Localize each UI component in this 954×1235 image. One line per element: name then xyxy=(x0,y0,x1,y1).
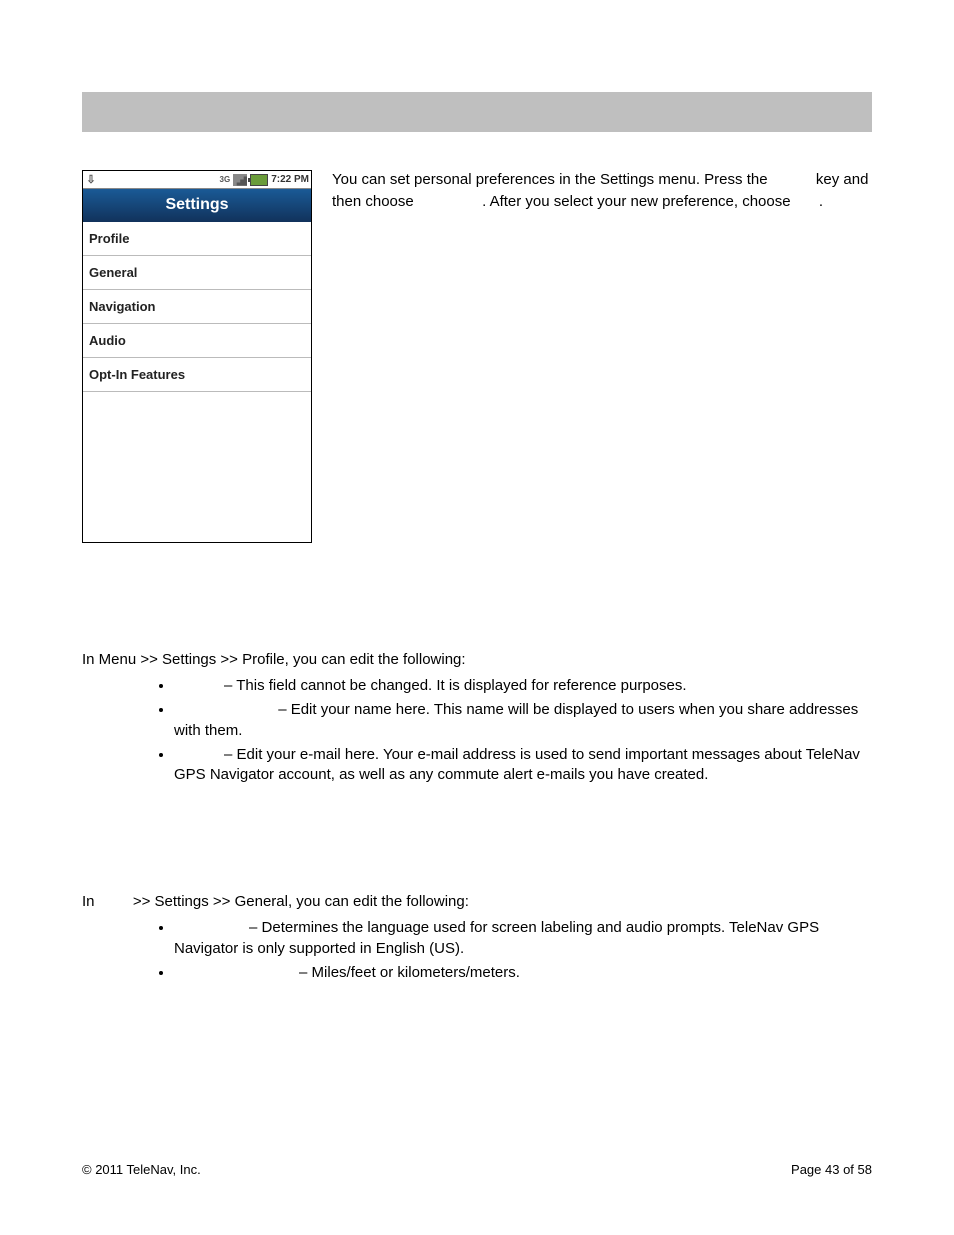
general-intro-b: >> Settings >> General, you can edit the… xyxy=(133,893,469,910)
menu-item-audio[interactable]: Audio xyxy=(83,324,311,358)
profile-intro: In Menu >> Settings >> Profile, you can … xyxy=(82,651,872,668)
battery-icon xyxy=(250,174,268,186)
intro-text-5: . xyxy=(819,193,823,210)
phone-screenshot: ⇩ 3G 7:22 PM Settings Profile General Na… xyxy=(82,170,312,543)
list-item: – This field cannot be changed. It is di… xyxy=(174,676,872,696)
general-item-2: – Miles/feet or kilometers/meters. xyxy=(299,964,520,981)
menu-item-optin[interactable]: Opt-In Features xyxy=(83,358,311,392)
list-item: – Miles/feet or kilometers/meters. xyxy=(174,963,872,983)
document-page: ⇩ 3G 7:22 PM Settings Profile General Na… xyxy=(0,0,954,1235)
intro-text-3: then choose xyxy=(332,193,418,210)
blank-email xyxy=(174,746,224,763)
profile-item-1: – This field cannot be changed. It is di… xyxy=(224,677,687,694)
content-row: ⇩ 3G 7:22 PM Settings Profile General Na… xyxy=(82,170,872,543)
list-item: – Edit your e-mail here. Your e-mail add… xyxy=(174,745,872,786)
settings-title: Settings xyxy=(83,189,311,222)
list-item: – Edit your name here. This name will be… xyxy=(174,700,872,741)
download-icon: ⇩ xyxy=(85,174,97,186)
intro-text-2: key and xyxy=(816,171,869,188)
signal-icon xyxy=(233,174,247,186)
three-g-icon: 3G xyxy=(220,175,231,184)
copyright: © 2011 TeleNav, Inc. xyxy=(82,1162,201,1177)
menu-item-general[interactable]: General xyxy=(83,256,311,290)
blank-phone xyxy=(174,677,224,694)
intro-text-1: You can set personal preferences in the … xyxy=(332,171,772,188)
intro-paragraph: You can set personal preferences in the … xyxy=(332,170,872,543)
menu-item-profile[interactable]: Profile xyxy=(83,222,311,256)
blank-language xyxy=(174,919,249,936)
profile-section: In Menu >> Settings >> Profile, you can … xyxy=(82,651,872,785)
general-intro: In >> Settings >> General, you can edit … xyxy=(82,893,872,910)
section-heading-bar xyxy=(82,92,872,132)
list-item: – Determines the language used for scree… xyxy=(174,918,872,959)
blank-distance xyxy=(174,964,299,981)
status-time: 7:22 PM xyxy=(271,174,309,185)
profile-list: – This field cannot be changed. It is di… xyxy=(82,676,872,785)
general-intro-a: In xyxy=(82,893,99,910)
general-item-1: – Determines the language used for scree… xyxy=(174,919,819,956)
blank-firstlast xyxy=(174,701,278,718)
profile-item-3: – Edit your e-mail here. Your e-mail add… xyxy=(174,746,860,783)
general-section: In >> Settings >> General, you can edit … xyxy=(82,893,872,983)
page-number: Page 43 of 58 xyxy=(791,1162,872,1177)
intro-text-4: . After you select your new preference, … xyxy=(482,193,795,210)
general-list: – Determines the language used for scree… xyxy=(82,918,872,983)
menu-item-navigation[interactable]: Navigation xyxy=(83,290,311,324)
page-footer: © 2011 TeleNav, Inc. Page 43 of 58 xyxy=(82,1162,872,1177)
android-status-bar: ⇩ 3G 7:22 PM xyxy=(83,171,311,189)
menu-empty-area xyxy=(83,392,311,542)
